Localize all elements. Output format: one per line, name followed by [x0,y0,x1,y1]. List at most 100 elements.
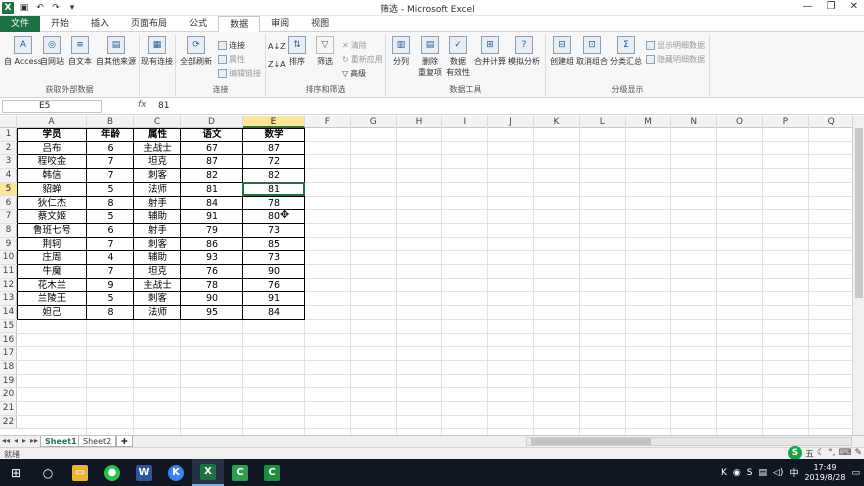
redo-icon[interactable]: ↷ [50,2,62,14]
table-cell[interactable]: 兰陵王 [17,292,87,306]
table-cell[interactable]: 貂蝉 [17,183,87,197]
filter-button[interactable]: ▽ 筛选 [316,36,334,67]
reapply-button[interactable]: ↻ 重新应用 [342,54,383,65]
sort-desc-button[interactable]: Z↓A [268,60,286,69]
table-cell[interactable]: 84 [243,306,305,320]
group-button[interactable]: ⊟ 创建组 [550,36,574,67]
row-header-2[interactable]: 2 [0,142,17,156]
table-cell[interactable]: 81 [181,183,243,197]
row-header-9[interactable]: 9 [0,238,17,252]
table-cell[interactable]: 80 [243,210,305,224]
table-cell[interactable]: 76 [181,265,243,279]
column-header-j[interactable]: J [488,116,534,128]
table-cell[interactable]: 5 [87,183,134,197]
column-header-f[interactable]: F [305,116,351,128]
tab-file[interactable]: 文件 [0,16,41,32]
active-cell[interactable] [242,181,305,197]
table-cell[interactable]: 庄周 [17,251,87,265]
edit-links-button[interactable]: 编辑链接 [218,68,261,79]
table-cell[interactable]: 8 [87,197,134,211]
file-explorer-icon[interactable]: ▭ [64,459,96,486]
existing-connections-button[interactable]: ▦ 现有连接 [141,36,173,67]
restore-icon[interactable]: ❐ [827,1,836,12]
column-header-o[interactable]: O [717,116,763,128]
column-header-n[interactable]: N [671,116,718,128]
clock[interactable]: 17:49 2019/8/28 [804,463,845,483]
table-cell[interactable]: 刺客 [134,292,181,306]
column-header-e[interactable]: E [243,116,305,128]
table-cell[interactable]: 82 [181,169,243,183]
table-cell[interactable]: 主战士 [134,142,181,156]
table-cell[interactable]: 坦克 [134,265,181,279]
volume-icon[interactable]: ◁) [773,468,783,478]
table-cell[interactable]: 73 [243,224,305,238]
ime-logo-icon[interactable]: S [787,446,802,460]
table-cell[interactable]: 射手 [134,224,181,238]
from-web-button[interactable]: ◎ 自网站 [40,36,64,67]
table-cell[interactable]: 4 [87,251,134,265]
minimize-icon[interactable]: — [803,1,813,12]
table-cell[interactable]: 93 [181,251,243,265]
row-header-11[interactable]: 11 [0,265,17,279]
search-icon[interactable]: ○ [32,459,64,486]
sort-asc-button[interactable]: A↓Z [268,42,286,51]
table-cell[interactable]: 射手 [134,197,181,211]
column-header-i[interactable]: I [442,116,489,128]
sheet-nav-first-icon[interactable]: ◂◂ [2,436,10,445]
column-header-c[interactable]: C [134,116,181,128]
ungroup-button[interactable]: ⊡ 取消组合 [576,36,608,67]
remove-duplicates-button[interactable]: ▤ 删除 重复项 [418,36,442,78]
close-icon[interactable]: ✕ [850,1,858,12]
tab-insert[interactable]: 插入 [80,16,120,32]
table-cell[interactable]: 79 [181,224,243,238]
column-header-p[interactable]: P [763,116,809,128]
row-header-3[interactable]: 3 [0,155,17,170]
ime-mode[interactable]: 五 [805,447,814,460]
table-cell[interactable]: 狄仁杰 [17,197,87,211]
row-header-13[interactable]: 13 [0,292,17,307]
table-cell[interactable]: 韩信 [17,169,87,183]
row-header-8[interactable]: 8 [0,224,17,238]
row-header-21[interactable]: 21 [0,402,17,416]
table-cell[interactable]: 87 [181,155,243,169]
row-header-6[interactable]: 6 [0,197,17,211]
table-cell[interactable]: 76 [243,279,305,293]
table-cell[interactable]: 鲁班七号 [17,224,87,238]
row-header-17[interactable]: 17 [0,347,17,361]
row-header-15[interactable]: 15 [0,320,17,334]
horizontal-scroll-thumb[interactable] [531,438,651,445]
wrench-icon[interactable]: ✎ [854,448,862,458]
column-header-k[interactable]: K [534,116,580,128]
wechat-icon[interactable]: ● [96,459,128,486]
sheet-tab-sheet2[interactable]: Sheet2 [78,436,117,447]
vertical-scroll-thumb[interactable] [855,128,863,298]
table-cell[interactable]: 5 [87,210,134,224]
table-cell[interactable]: 78 [243,197,305,211]
table-header-cell[interactable]: 属性 [134,128,181,142]
sogou-tray-icon[interactable]: S [747,468,753,478]
table-cell[interactable]: 67 [181,142,243,156]
table-cell[interactable]: 78 [181,279,243,293]
from-other-sources-button[interactable]: ▤ 自其他来源 [96,36,136,67]
table-header-cell[interactable]: 年龄 [87,128,134,142]
row-header-14[interactable]: 14 [0,306,17,320]
row-header-18[interactable]: 18 [0,361,17,375]
select-all-corner[interactable] [0,116,17,128]
table-cell[interactable]: 91 [243,292,305,306]
windows-icon[interactable]: ⊞ [0,459,32,486]
table-cell[interactable]: 86 [181,238,243,252]
column-header-l[interactable]: L [580,116,626,128]
wechat-tray-icon[interactable]: ◉ [733,468,741,478]
table-cell[interactable]: 6 [87,142,134,156]
table-cell[interactable]: 5 [87,292,134,306]
new-sheet-icon[interactable]: ✚ [116,436,133,447]
table-cell[interactable]: 妲己 [17,306,87,320]
table-cell[interactable]: 82 [243,169,305,183]
show-detail-button[interactable]: 显示明细数据 [646,40,705,51]
table-cell[interactable]: 90 [243,265,305,279]
sheet-nav-last-icon[interactable]: ▸▸ [30,436,38,445]
vertical-scrollbar[interactable] [852,116,864,435]
sort-button[interactable]: ⇅ 排序 [288,36,306,67]
row-header-4[interactable]: 4 [0,169,17,183]
moon-icon[interactable]: ☾ [817,448,825,458]
